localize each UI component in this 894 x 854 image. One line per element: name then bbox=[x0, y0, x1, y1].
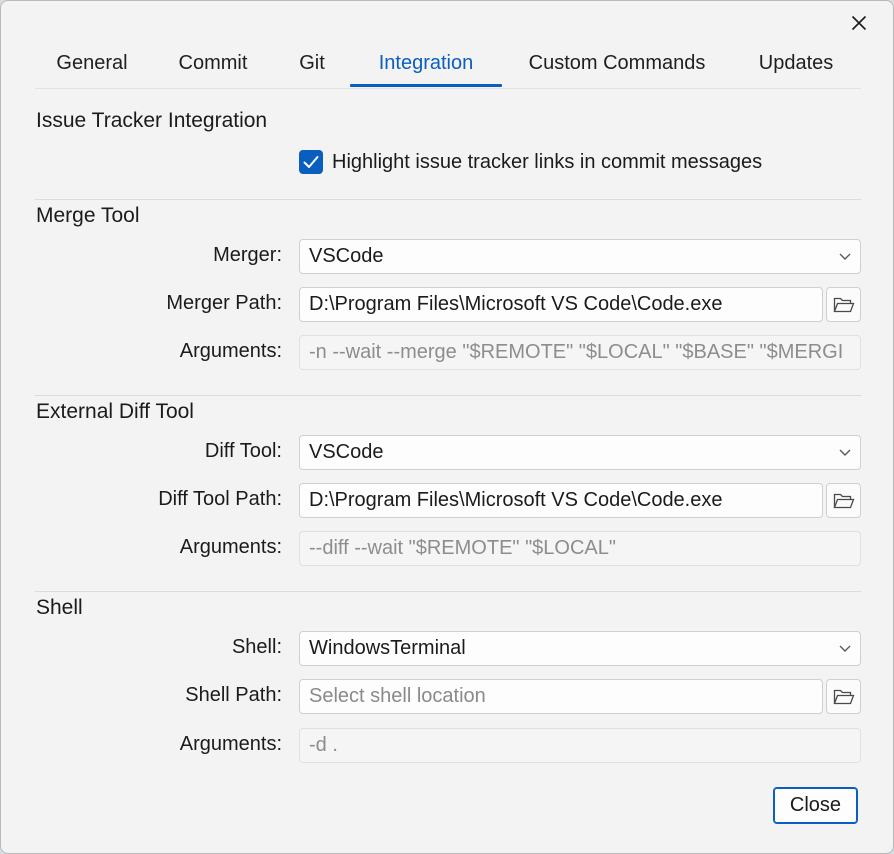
folder-open-icon bbox=[833, 689, 854, 704]
highlight-links-checkbox[interactable] bbox=[299, 150, 323, 174]
close-window-button[interactable] bbox=[839, 6, 879, 40]
merger-label: Merger: bbox=[213, 244, 282, 266]
merger-select[interactable]: VSCode bbox=[299, 239, 861, 274]
tab-git[interactable]: Git bbox=[283, 45, 341, 87]
issue-tracker-section-title: Issue Tracker Integration bbox=[36, 109, 268, 132]
diff-tool-path-input[interactable]: D:\Program Files\Microsoft VS Code\Code.… bbox=[299, 483, 823, 518]
folder-open-icon bbox=[833, 493, 854, 508]
shell-select[interactable]: WindowsTerminal bbox=[299, 631, 861, 666]
folder-open-icon bbox=[833, 297, 854, 312]
divider bbox=[35, 199, 861, 200]
tab-updates[interactable]: Updates bbox=[746, 45, 846, 87]
diff-arguments-field: --diff --wait "$REMOTE" "$LOCAL" bbox=[299, 531, 861, 566]
merger-path-input[interactable]: D:\Program Files\Microsoft VS Code\Code.… bbox=[299, 287, 823, 322]
merger-path-browse-button[interactable] bbox=[826, 287, 861, 322]
diff-tool-path-browse-button[interactable] bbox=[826, 483, 861, 518]
diff-tool-path-label: Diff Tool Path: bbox=[158, 488, 282, 510]
diff-arguments-label: Arguments: bbox=[179, 536, 282, 558]
divider bbox=[35, 591, 861, 592]
chevron-down-icon bbox=[839, 253, 851, 260]
shell-path-label: Shell Path: bbox=[185, 684, 282, 706]
merger-select-value: VSCode bbox=[309, 245, 384, 267]
diff-tool-section-title: External Diff Tool bbox=[36, 400, 194, 423]
highlight-links-label: Highlight issue tracker links in commit … bbox=[332, 150, 763, 173]
chevron-down-icon bbox=[839, 449, 851, 456]
merge-arguments-label: Arguments: bbox=[179, 340, 282, 362]
diff-tool-select[interactable]: VSCode bbox=[299, 435, 861, 470]
shell-path-input[interactable]: Select shell location bbox=[299, 679, 823, 714]
shell-select-value: WindowsTerminal bbox=[309, 637, 466, 659]
chevron-down-icon bbox=[839, 645, 851, 652]
preferences-dialog: General Commit Git Integration Custom Co… bbox=[0, 0, 894, 854]
diff-tool-select-value: VSCode bbox=[309, 441, 384, 463]
close-icon bbox=[851, 15, 867, 31]
tab-general[interactable]: General bbox=[39, 45, 145, 87]
shell-arguments-label: Arguments: bbox=[179, 733, 282, 755]
shell-label: Shell: bbox=[231, 636, 282, 658]
shell-path-browse-button[interactable] bbox=[826, 679, 861, 714]
shell-arguments-field: -d . bbox=[299, 728, 861, 763]
merger-path-label: Merger Path: bbox=[166, 292, 282, 314]
divider bbox=[35, 395, 861, 396]
tab-custom-commands[interactable]: Custom Commands bbox=[517, 45, 717, 87]
tab-commit[interactable]: Commit bbox=[163, 45, 263, 87]
merge-tool-section-title: Merge Tool bbox=[36, 204, 140, 227]
highlight-links-checkbox-row[interactable]: Highlight issue tracker links in commit … bbox=[299, 147, 762, 177]
close-button[interactable]: Close bbox=[773, 787, 858, 824]
checkmark-icon bbox=[303, 156, 319, 168]
tab-integration[interactable]: Integration bbox=[350, 45, 502, 87]
shell-section-title: Shell bbox=[36, 596, 83, 619]
diff-tool-label: Diff Tool: bbox=[204, 440, 282, 462]
merge-arguments-field: -n --wait --merge "$REMOTE" "$LOCAL" "$B… bbox=[299, 335, 861, 370]
tab-bar: General Commit Git Integration Custom Co… bbox=[35, 45, 861, 89]
